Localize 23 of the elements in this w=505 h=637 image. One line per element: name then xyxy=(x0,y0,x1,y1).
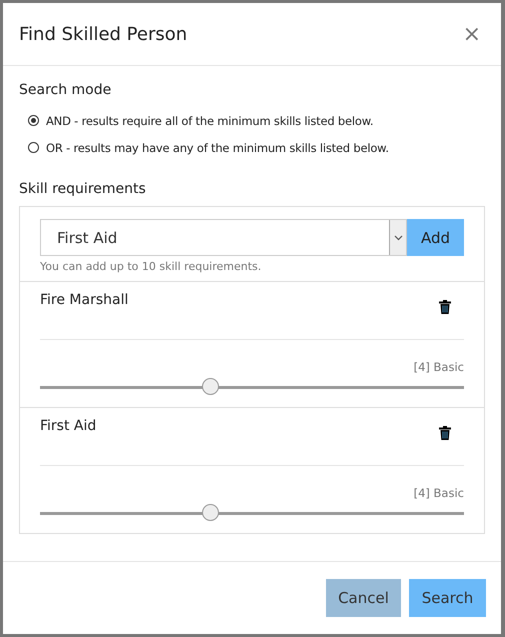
radio-button[interactable] xyxy=(28,142,39,153)
add-button[interactable]: Add xyxy=(407,219,464,256)
skill-dropdown[interactable]: First Aid xyxy=(40,219,407,256)
chevron-down-icon xyxy=(394,234,402,240)
level-reading: [4] Basic xyxy=(412,360,464,374)
skill-name: First Aid xyxy=(40,418,96,434)
close-button[interactable]: × xyxy=(458,22,485,46)
radio-button[interactable] xyxy=(28,115,39,126)
section-label: Search mode xyxy=(19,82,112,98)
search-button[interactable]: Search xyxy=(409,579,486,617)
section-label: Skill requirements xyxy=(19,181,147,197)
radio-label: OR - results may have any of the minimum skills listed below. xyxy=(46,140,389,154)
level-reading: [4] Basic xyxy=(412,486,464,500)
trash-icon[interactable] xyxy=(439,300,451,314)
cancel-button[interactable]: Cancel xyxy=(326,579,401,617)
slider-thumb[interactable] xyxy=(202,378,220,395)
hint-text: You can add up to 10 skill requirements. xyxy=(40,260,262,273)
trash-icon[interactable] xyxy=(439,426,451,440)
radio-label: AND - results require all of the minimum skills listed below. xyxy=(46,114,374,128)
dropdown-toggle[interactable] xyxy=(389,220,406,255)
skill-name: Fire Marshall xyxy=(40,292,128,308)
dialog-title: Find Skilled Person xyxy=(19,24,188,44)
slider-thumb[interactable] xyxy=(202,504,220,521)
